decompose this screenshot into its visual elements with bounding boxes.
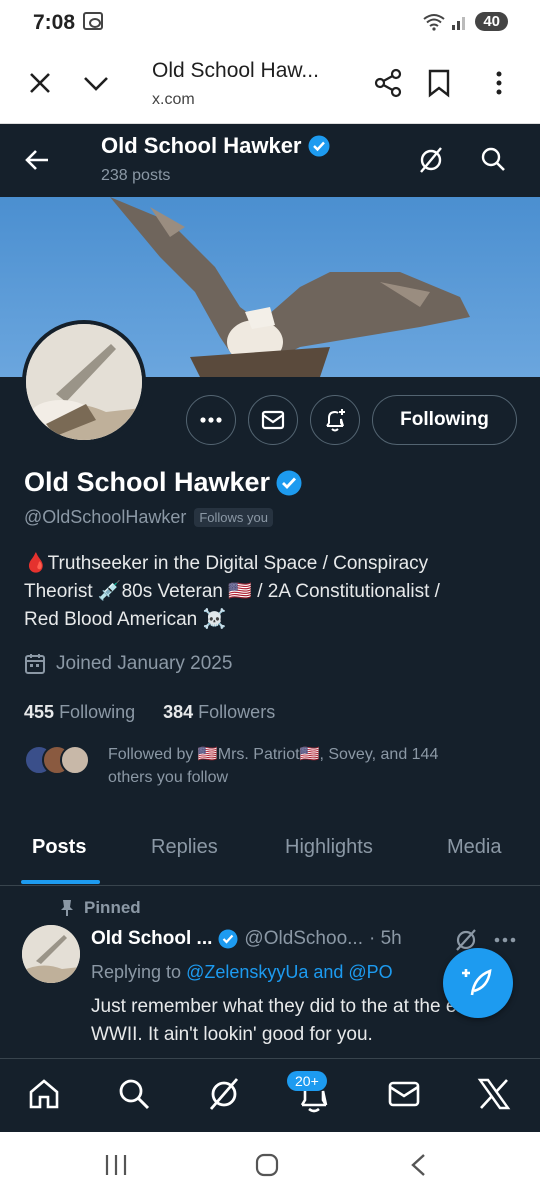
back-arrow-icon[interactable]: [24, 148, 50, 172]
page-url: x.com: [152, 91, 195, 108]
grok-icon[interactable]: [207, 1077, 241, 1111]
profile-avatar[interactable]: [22, 320, 146, 444]
following-button[interactable]: Following: [372, 395, 517, 445]
bio-line: Theorist 💉80s Veteran 🇺🇸 / 2A Constituti…: [24, 581, 440, 602]
feather-plus-icon: [462, 969, 492, 996]
avatar-missile-image: [22, 925, 80, 983]
battery-indicator: 40: [475, 12, 508, 31]
followed-by-text: Followed by 🇺🇸Mrs. Patriot🇺🇸, Sovey, and…: [108, 743, 508, 789]
bookmark-icon[interactable]: [427, 68, 451, 98]
tab-posts[interactable]: Posts: [32, 836, 86, 859]
bell-plus-icon: [326, 409, 345, 432]
tab-replies[interactable]: Replies: [151, 836, 218, 859]
more-options-button[interactable]: [186, 395, 236, 445]
tweet-time: · 5h: [368, 928, 402, 949]
tweet-header: Old School ... @OldSchoo... · 5h: [91, 928, 402, 950]
handle-row: @OldSchoolHawker Follows you: [24, 507, 273, 528]
back-icon[interactable]: [410, 1153, 426, 1177]
pinned-text: Pinned: [84, 898, 141, 917]
avatar: [60, 745, 90, 775]
screen: 7:08 40 Old School Haw... x.com Old Scho…: [0, 0, 540, 1200]
screen-cast-icon: [83, 12, 103, 30]
profile-bio: 🩸Truthseeker in the Digital Space / Cons…: [24, 550, 524, 634]
verified-badge-icon: [308, 135, 329, 157]
follow-counts: 455 Following 384 Followers: [24, 702, 275, 723]
mail-icon: [261, 410, 285, 430]
tab-highlights[interactable]: Highlights: [285, 836, 373, 859]
page-title: Old School Haw...: [152, 59, 319, 82]
system-navigation-bar: [0, 1132, 540, 1200]
following-count-link[interactable]: 455 Following: [24, 702, 135, 723]
calendar-icon: [25, 654, 45, 674]
tweet-author[interactable]: Old School ...: [91, 928, 212, 950]
signal-icon: [452, 16, 466, 30]
grok-icon[interactable]: [418, 146, 444, 174]
x-logo-icon[interactable]: [477, 1077, 511, 1111]
tab-media[interactable]: Media: [447, 836, 501, 859]
bio-line: Red Blood American ☠️: [24, 609, 227, 630]
followed-by[interactable]: Followed by 🇺🇸Mrs. Patriot🇺🇸, Sovey, and…: [24, 743, 508, 789]
wifi-icon: [423, 13, 445, 31]
display-name: Old School Hawker: [24, 467, 302, 498]
chevron-down-icon[interactable]: [82, 68, 110, 98]
profile-top-bar: Old School Hawker 238 posts: [0, 124, 540, 197]
avatar-missile-image: [26, 324, 142, 440]
followers-label: Followers: [198, 702, 276, 722]
tweet-avatar[interactable]: [22, 925, 80, 983]
followers-count: 384: [163, 702, 194, 722]
home-icon[interactable]: [27, 1077, 61, 1111]
bio-line: 🩸Truthseeker in the Digital Space / Cons…: [24, 553, 429, 574]
followed-by-line: Followed by 🇺🇸Mrs. Patriot🇺🇸, Sovey, and…: [108, 746, 439, 763]
notify-button[interactable]: [310, 395, 360, 445]
status-icons: 40: [423, 12, 508, 31]
followed-by-avatars: [24, 743, 90, 777]
following-count: 455: [24, 702, 55, 722]
verified-badge-icon: [218, 929, 238, 949]
display-name-text: Old School Hawker: [24, 467, 271, 497]
pinned-label: Pinned: [60, 898, 141, 918]
bell-icon[interactable]: [297, 1085, 331, 1113]
following-label: Following: [59, 702, 136, 722]
message-button[interactable]: [248, 395, 298, 445]
active-tab-indicator: [21, 880, 100, 884]
mail-icon[interactable]: [387, 1077, 421, 1111]
replying-prefix: Replying to: [91, 962, 187, 982]
replying-to-links[interactable]: @ZelenskyyUa and @PO: [186, 962, 393, 982]
search-icon[interactable]: [480, 146, 506, 172]
followed-by-line: others you follow: [108, 769, 229, 786]
status-time: 7:08: [33, 11, 76, 34]
search-icon[interactable]: [117, 1077, 151, 1111]
posts-count: 238 posts: [101, 167, 171, 184]
profile-handle: @OldSchoolHawker: [24, 507, 187, 527]
replying-to: Replying to @ZelenskyyUa and @PO: [91, 962, 393, 983]
browser-toolbar: Old School Haw... x.com: [0, 44, 540, 124]
more-vert-icon[interactable]: [494, 68, 504, 98]
tweet-more-icon[interactable]: [494, 937, 516, 943]
recent-apps-icon[interactable]: [104, 1154, 128, 1176]
joined-text: Joined January 2025: [56, 653, 233, 674]
compose-post-button[interactable]: [443, 948, 513, 1018]
follows-you-badge: Follows you: [194, 508, 273, 527]
profile-header-name-text: Old School Hawker: [101, 133, 302, 158]
more-horizontal-icon: [200, 417, 222, 423]
profile-tabs: Posts Replies Highlights Media: [0, 820, 540, 886]
followers-count-link[interactable]: 384 Followers: [163, 702, 275, 723]
verified-badge-icon: [276, 470, 302, 495]
home-button-icon[interactable]: [255, 1153, 279, 1177]
close-icon[interactable]: [28, 68, 52, 98]
joined-date: Joined January 2025: [24, 653, 232, 675]
profile-header-name: Old School Hawker: [101, 133, 330, 159]
status-bar: 7:08 40: [0, 0, 540, 44]
pin-icon: [61, 900, 73, 916]
bottom-navigation: 20+: [0, 1058, 540, 1132]
tweet-handle: @OldSchoo...: [244, 928, 363, 949]
share-icon[interactable]: [373, 68, 403, 98]
